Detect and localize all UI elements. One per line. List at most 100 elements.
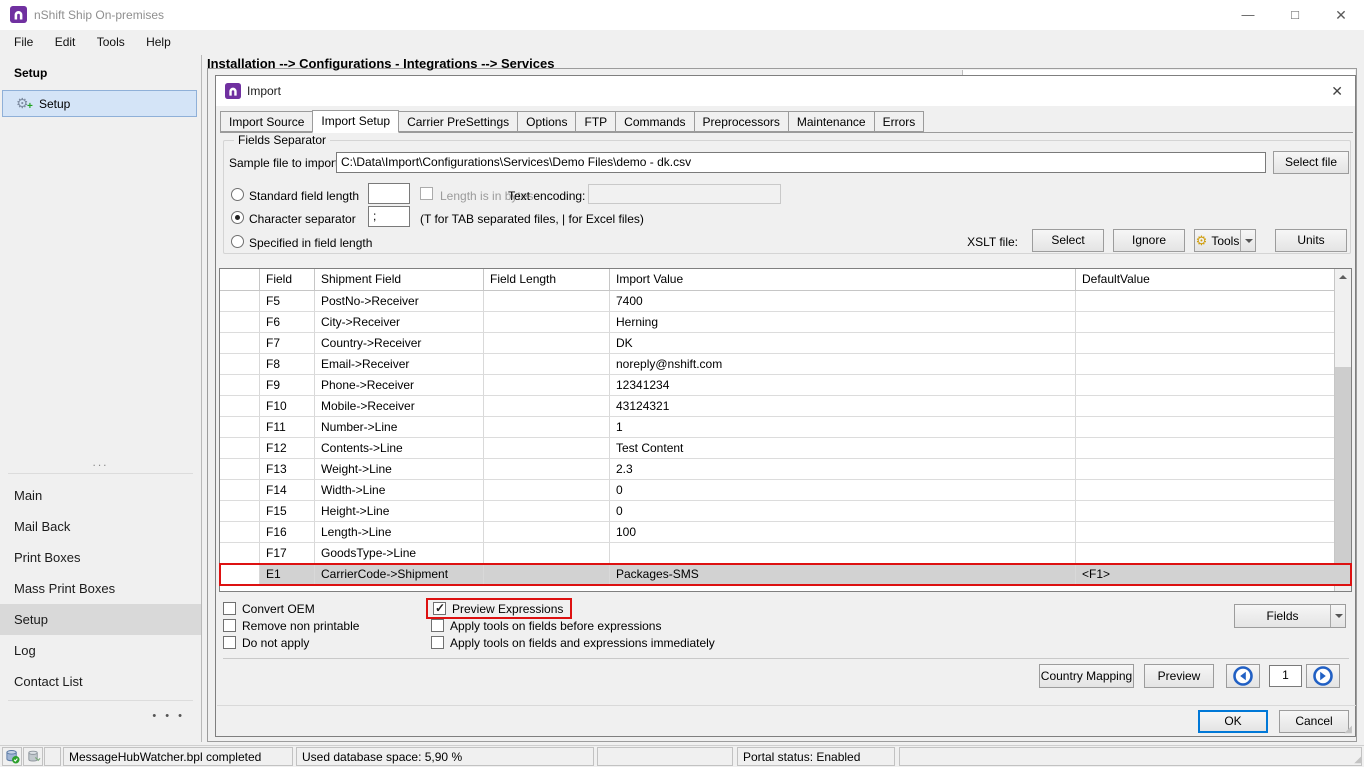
checkbox[interactable] <box>433 602 446 615</box>
nshift-logo-icon <box>225 83 241 99</box>
option-convert-oem[interactable]: Convert OEM <box>223 600 359 617</box>
menu-tools[interactable]: Tools <box>88 30 134 53</box>
table-cell <box>1076 459 1336 480</box>
tab-import-setup[interactable]: Import Setup <box>312 110 399 133</box>
scrollbar-thumb[interactable] <box>1335 367 1351 570</box>
standard-length-input[interactable] <box>368 183 410 204</box>
options-right-column: Preview ExpressionsApply tools on fields… <box>431 600 715 651</box>
tab-import-source[interactable]: Import Source <box>220 111 313 132</box>
menu-edit[interactable]: Edit <box>46 30 85 53</box>
previous-page-button[interactable] <box>1226 664 1260 688</box>
table-row[interactable]: F9Phone->Receiver12341234 <box>220 375 1351 396</box>
next-page-button[interactable] <box>1306 664 1340 688</box>
sidebar-item-print-boxes[interactable]: Print Boxes <box>0 542 201 573</box>
column-header[interactable] <box>220 269 260 290</box>
table-row[interactable]: F11Number->Line1 <box>220 417 1351 438</box>
tab-maintenance[interactable]: Maintenance <box>788 111 875 132</box>
scroll-up-icon[interactable] <box>1335 269 1351 286</box>
tab-options[interactable]: Options <box>517 111 576 132</box>
tab-commands[interactable]: Commands <box>615 111 694 132</box>
sidebar-item-main[interactable]: Main <box>0 480 201 511</box>
option-remove-non-printable[interactable]: Remove non printable <box>223 617 359 634</box>
checkbox[interactable] <box>431 636 444 649</box>
checkbox-label: Apply tools on fields and expressions im… <box>450 636 715 650</box>
fields-button[interactable]: Fields <box>1234 604 1346 628</box>
checkbox[interactable] <box>223 602 236 615</box>
table-cell: F14 <box>260 480 315 501</box>
nshift-logo-icon <box>10 6 27 23</box>
country-mapping-button[interactable]: Country Mapping <box>1039 664 1134 688</box>
units-button[interactable]: Units <box>1275 229 1347 252</box>
table-row[interactable]: F12Contents->LineTest Content <box>220 438 1351 459</box>
option-apply-tools-on-fields-and-expressions-immediately[interactable]: Apply tools on fields and expressions im… <box>431 634 715 651</box>
tab-carrier-presettings[interactable]: Carrier PreSettings <box>398 111 518 132</box>
select-file-button[interactable]: Select file <box>1273 151 1349 174</box>
overflow-dots-icon[interactable]: • • • <box>152 710 185 722</box>
column-header-default-value[interactable]: DefaultValue <box>1076 269 1336 290</box>
specified-field-length-radio[interactable] <box>231 235 244 248</box>
table-cell <box>220 459 260 480</box>
dialog-close-icon[interactable]: ✕ <box>1331 83 1343 100</box>
sample-file-label: Sample file to import: <box>229 156 342 170</box>
column-header-field-length[interactable]: Field Length <box>484 269 610 290</box>
sample-file-input[interactable]: C:\Data\Import\Configurations\Services\D… <box>336 152 1266 173</box>
resize-grip-icon[interactable]: ◢ <box>1354 754 1362 765</box>
table-row[interactable]: F15Height->Line0 <box>220 501 1351 522</box>
sidebar-item-setup[interactable]: Setup <box>0 604 201 635</box>
xslt-ignore-button[interactable]: Ignore <box>1113 229 1185 252</box>
length-in-bytes-checkbox[interactable] <box>420 187 433 200</box>
column-header-import-value[interactable]: Import Value <box>610 269 1076 290</box>
tab-errors[interactable]: Errors <box>874 111 925 132</box>
minimize-icon[interactable]: — <box>1225 0 1271 30</box>
table-cell <box>484 291 610 312</box>
table-row-highlighted[interactable]: E1CarrierCode->ShipmentPackages-SMS<F1> <box>220 564 1351 585</box>
sidebar-tree-item-setup[interactable]: ⚙ + Setup <box>2 90 197 117</box>
column-header-field[interactable]: Field <box>260 269 315 290</box>
table-row[interactable]: F6City->ReceiverHerning <box>220 312 1351 333</box>
splitter-handle[interactable]: ... <box>0 455 201 469</box>
tab-preprocessors[interactable]: Preprocessors <box>694 111 789 132</box>
tools-gear-icon: ⚙ <box>1196 233 1208 248</box>
xslt-select-button[interactable]: Select <box>1032 229 1104 252</box>
fields-dropdown-icon[interactable] <box>1330 605 1345 627</box>
table-row[interactable]: F10Mobile->Receiver43124321 <box>220 396 1351 417</box>
table-row[interactable]: F16Length->Line100 <box>220 522 1351 543</box>
maximize-icon[interactable]: □ <box>1272 0 1318 30</box>
table-row[interactable]: F7Country->ReceiverDK <box>220 333 1351 354</box>
checkbox[interactable] <box>223 619 236 632</box>
sidebar-item-mail-back[interactable]: Mail Back <box>0 511 201 542</box>
vertical-scrollbar[interactable] <box>1334 269 1351 591</box>
table-row[interactable]: F5PostNo->Receiver7400 <box>220 291 1351 312</box>
close-window-icon[interactable]: ✕ <box>1318 0 1364 30</box>
preview-button[interactable]: Preview <box>1144 664 1214 688</box>
sidebar-item-mass-print-boxes[interactable]: Mass Print Boxes <box>0 573 201 604</box>
tab-ftp[interactable]: FTP <box>575 111 616 132</box>
table-row[interactable]: F8Email->Receivernoreply@nshift.com <box>220 354 1351 375</box>
option-do-not-apply[interactable]: Do not apply <box>223 634 359 651</box>
cancel-button[interactable]: Cancel <box>1279 710 1349 733</box>
resize-grip-icon[interactable]: ◢ <box>1344 724 1352 735</box>
option-preview-expressions[interactable]: Preview Expressions <box>426 598 572 619</box>
text-encoding-input[interactable] <box>588 184 781 204</box>
dialog-titlebar: Import ✕ <box>216 76 1355 106</box>
table-row[interactable]: F17GoodsType->Line <box>220 543 1351 564</box>
checkbox[interactable] <box>431 619 444 632</box>
tools-dropdown-icon[interactable] <box>1240 230 1255 251</box>
checkbox-label: Convert OEM <box>242 602 315 616</box>
character-separator-radio[interactable] <box>231 211 244 224</box>
ok-button[interactable]: OK <box>1198 710 1268 733</box>
page-number-input[interactable]: 1 <box>1269 665 1302 687</box>
standard-field-length-radio[interactable] <box>231 188 244 201</box>
status-portal: Portal status: Enabled <box>737 747 895 766</box>
menu-file[interactable]: File <box>5 30 42 53</box>
sidebar-item-contact-list[interactable]: Contact List <box>0 666 201 697</box>
table-row[interactable]: F13Weight->Line2.3 <box>220 459 1351 480</box>
sidebar-item-log[interactable]: Log <box>0 635 201 666</box>
table-row[interactable]: F14Width->Line0 <box>220 480 1351 501</box>
separator-char-input[interactable]: ; <box>368 206 410 227</box>
option-apply-tools-on-fields-before-expressions[interactable]: Apply tools on fields before expressions <box>431 617 715 634</box>
checkbox[interactable] <box>223 636 236 649</box>
tools-button[interactable]: ⚙Tools <box>1194 229 1256 252</box>
menu-help[interactable]: Help <box>137 30 180 53</box>
column-header-shipment-field[interactable]: Shipment Field <box>315 269 484 290</box>
